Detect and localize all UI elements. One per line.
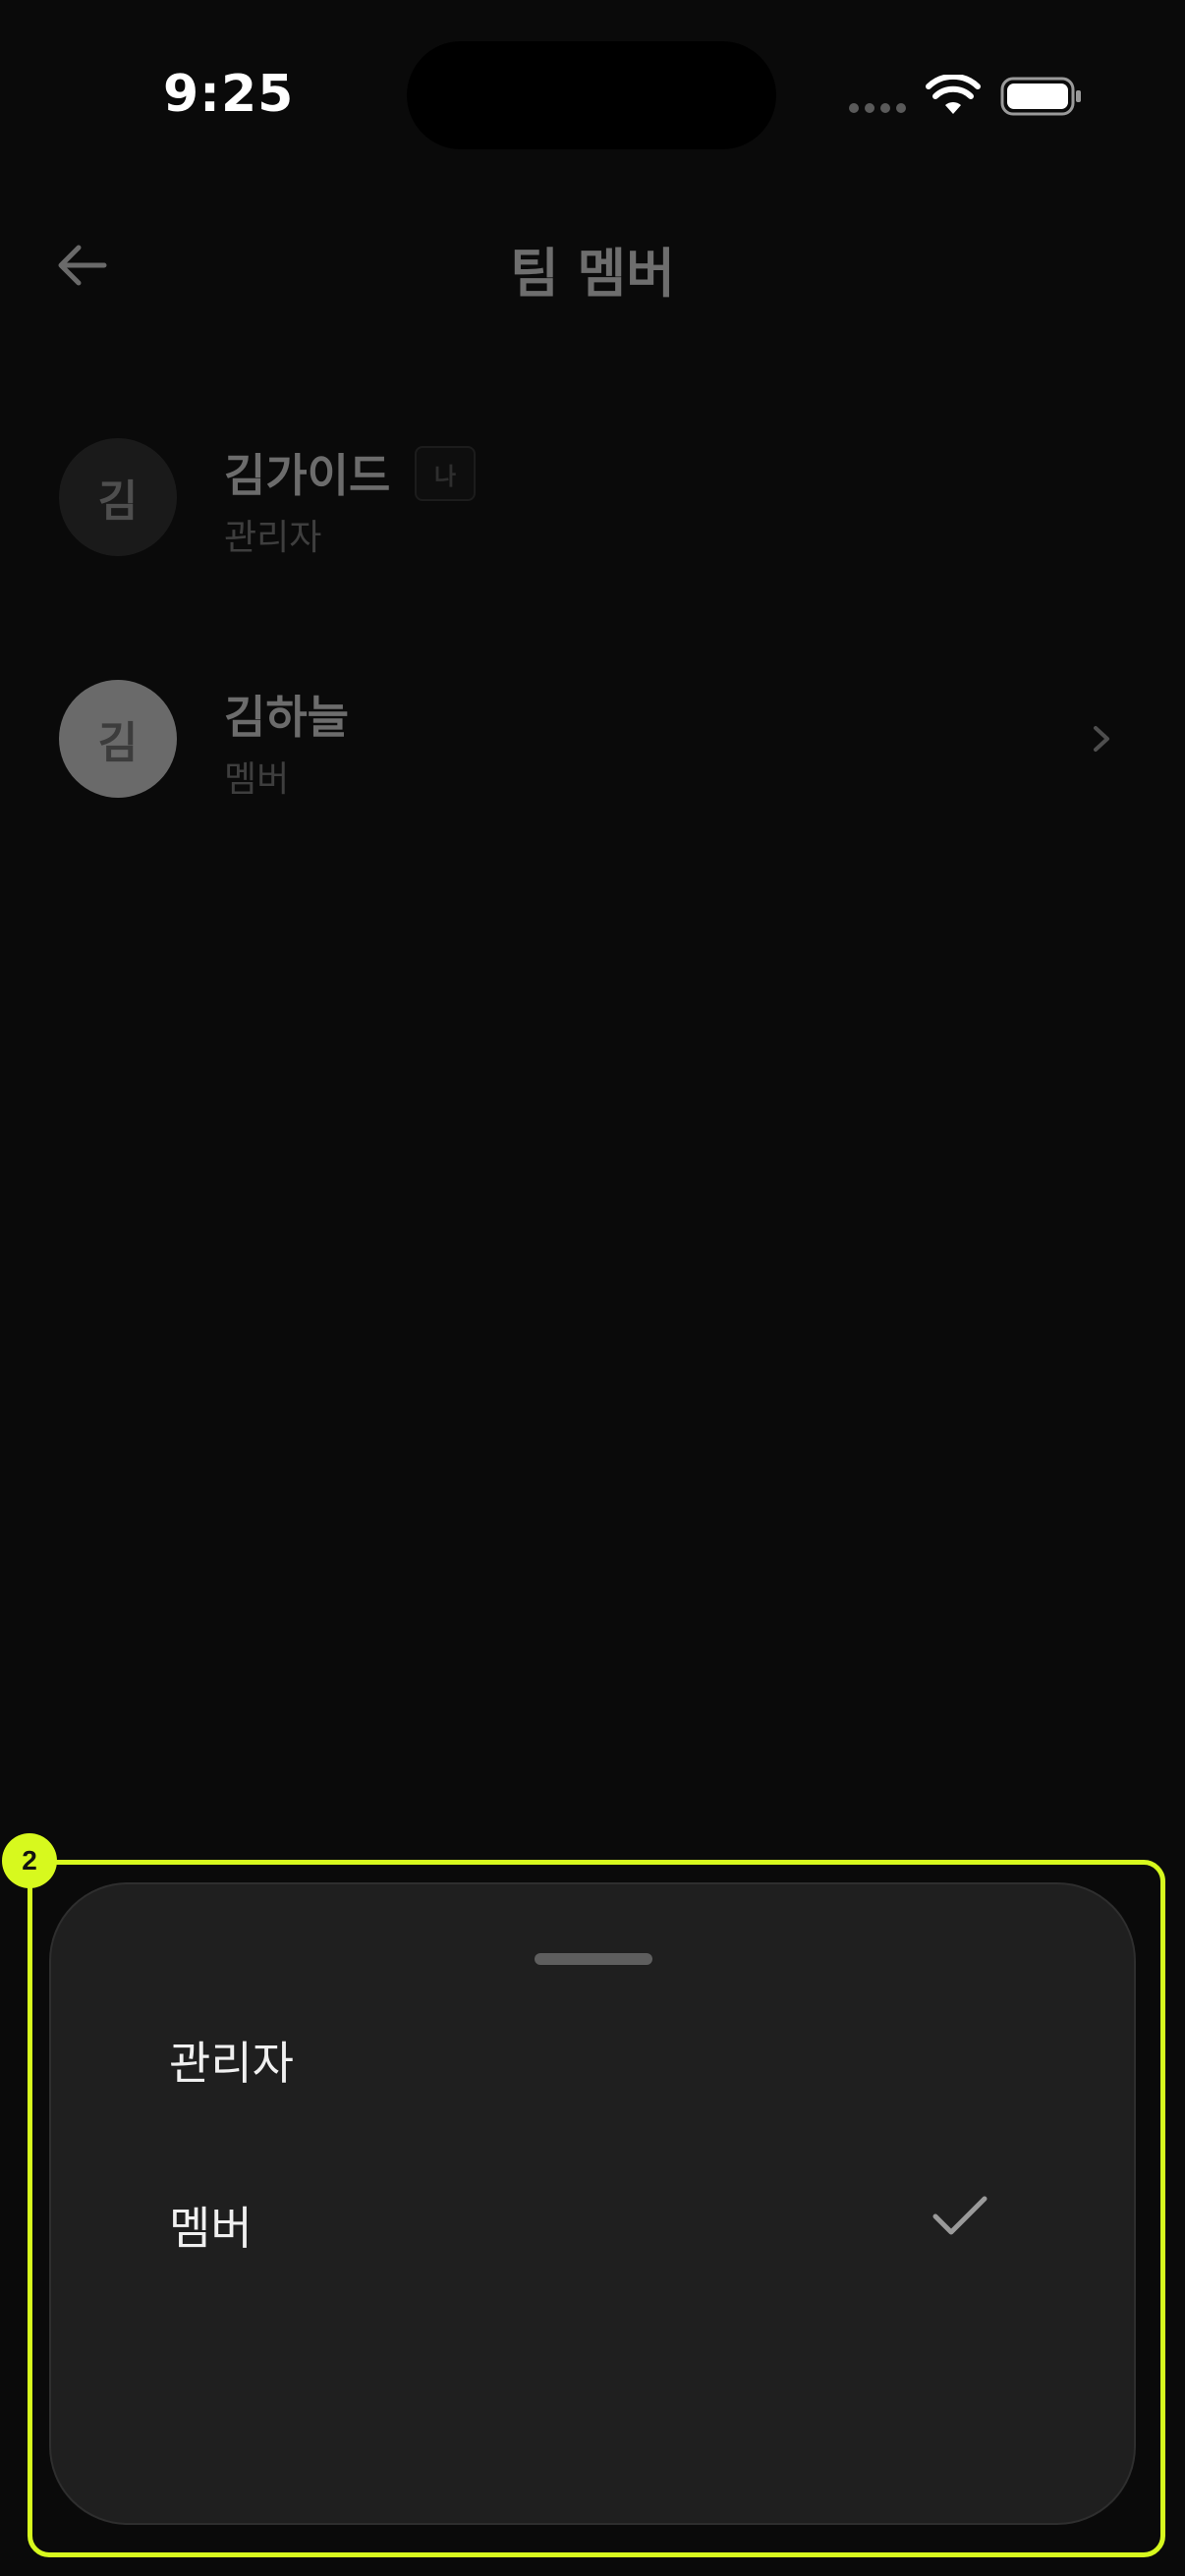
member-name: 김하늘 xyxy=(224,691,349,744)
role-option-label: 관리자 xyxy=(169,2037,294,2090)
me-badge: 나 xyxy=(415,446,476,501)
chevron-right-icon xyxy=(1094,726,1109,752)
role-option-label: 멤버 xyxy=(169,2202,253,2255)
role-select-sheet: 관리자 멤버 xyxy=(49,1882,1136,2525)
member-role: 멤버 xyxy=(224,759,290,800)
member-name: 김가이드 xyxy=(224,449,391,502)
role-option-admin[interactable]: 관리자 xyxy=(51,1979,1134,2126)
highlight-number-badge: 2 xyxy=(2,1833,57,1888)
member-role: 관리자 xyxy=(224,518,322,558)
page-title: 팀 멤버 xyxy=(510,243,675,305)
sheet-grabber[interactable] xyxy=(535,1953,652,1965)
member-row-guide: 김 김가이드 나 관리자 xyxy=(59,438,1120,560)
avatar: 김 xyxy=(59,438,177,556)
checkmark-icon xyxy=(932,2196,988,2235)
member-row-haneul[interactable]: 김 김하늘 멤버 xyxy=(59,680,1120,802)
role-option-member[interactable]: 멤버 xyxy=(51,2144,1134,2291)
avatar: 김 xyxy=(59,680,177,798)
